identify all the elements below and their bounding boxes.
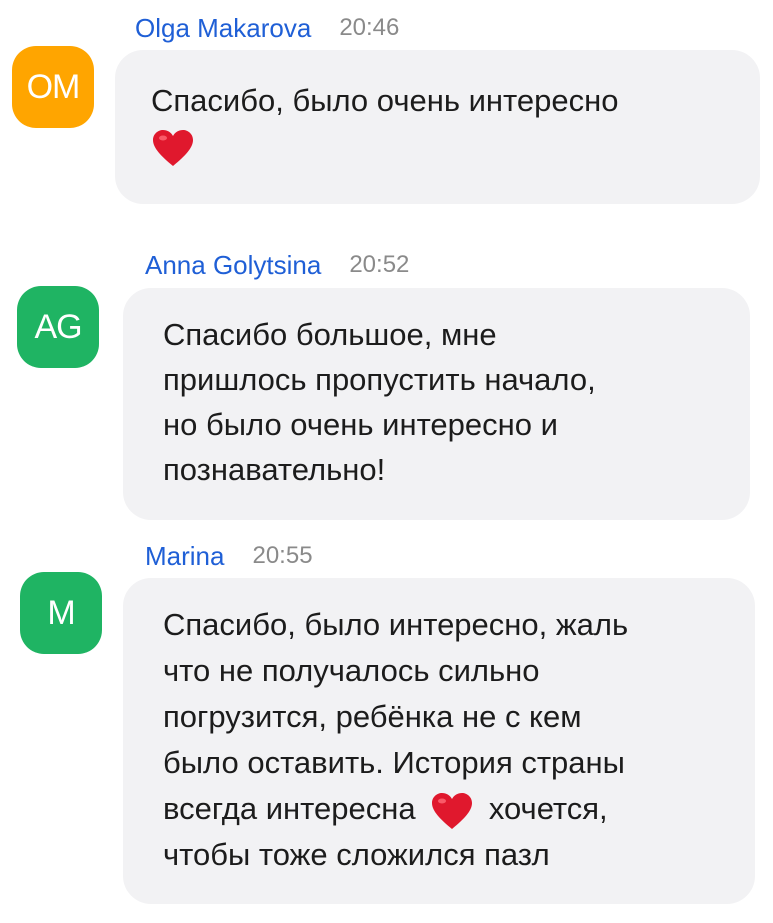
message-line: Спасибо большое, мне xyxy=(163,317,497,352)
avatar[interactable]: OM xyxy=(12,46,94,128)
message-bubble: Спасибо большое, мне пришлось пропустить… xyxy=(123,288,750,520)
sender-name[interactable]: Marina xyxy=(145,541,224,572)
message-line: погрузится, ребёнка не с кем xyxy=(163,699,582,734)
sender-name[interactable]: Anna Golytsina xyxy=(145,250,321,281)
avatar[interactable]: M xyxy=(20,572,102,654)
chat-message-list: OM Olga Makarova 20:46 Спасибо, было оче… xyxy=(0,0,773,923)
message-line: всегда интересна хочется, xyxy=(163,786,755,832)
message-time: 20:52 xyxy=(349,251,410,278)
message-time: 20:46 xyxy=(339,14,400,41)
message-line: Спасибо, было очень интересно xyxy=(151,83,619,118)
message-line: Спасибо, было интересно, жаль xyxy=(163,607,629,642)
message-line xyxy=(151,123,760,168)
sender-name[interactable]: Olga Makarova xyxy=(135,13,311,44)
heart-emoji-icon xyxy=(153,129,193,166)
message-header: Anna Golytsina 20:52 xyxy=(145,249,409,281)
message-header: Marina 20:55 xyxy=(145,540,313,572)
message-bubble: Спасибо, было интересно, жаль что не пол… xyxy=(123,578,755,904)
heart-emoji-icon xyxy=(432,792,473,829)
message-time: 20:55 xyxy=(252,542,313,569)
message-line: было оставить. История страны xyxy=(163,745,625,780)
message-text: всегда интересна xyxy=(163,791,416,826)
avatar[interactable]: AG xyxy=(17,286,99,368)
message-bubble: Спасибо, было очень интересно xyxy=(115,50,760,204)
message-header: Olga Makarova 20:46 xyxy=(135,12,399,44)
message-line: что не получалось сильно xyxy=(163,653,540,688)
message-line: но было очень интересно и xyxy=(163,407,558,442)
message-line: пришлось пропустить начало, xyxy=(163,362,596,397)
message-line: чтобы тоже сложился пазл xyxy=(163,837,550,872)
message-text: хочется, xyxy=(488,791,608,826)
message-line: познавательно! xyxy=(163,452,386,487)
